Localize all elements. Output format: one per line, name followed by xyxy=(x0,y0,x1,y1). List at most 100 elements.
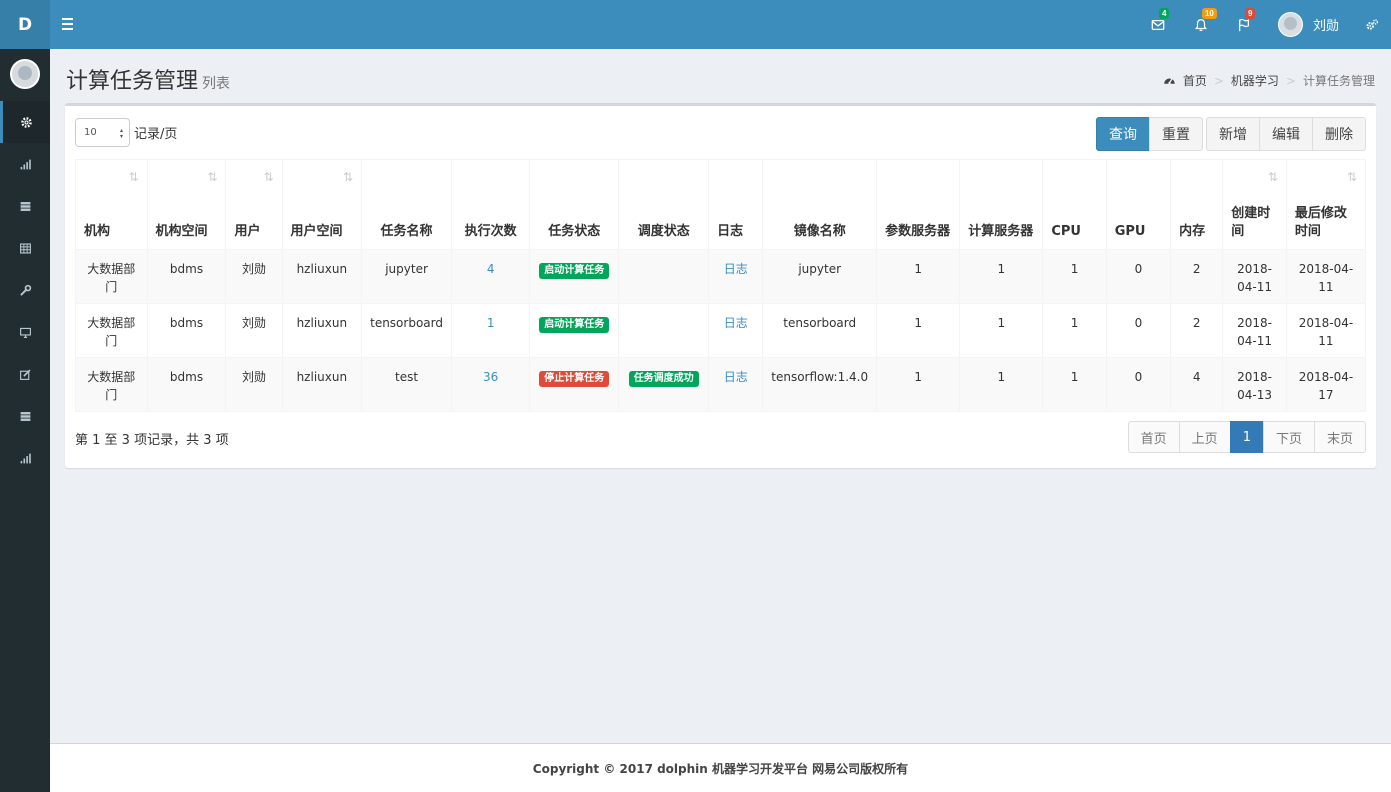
table-cell: hzliuxun xyxy=(281,303,363,358)
table-cell: 启动计算任务 xyxy=(529,303,620,358)
table-cell xyxy=(618,249,710,304)
desktop-icon xyxy=(19,327,31,338)
envelope-icon xyxy=(1152,19,1165,30)
table-cell: 1 xyxy=(1042,357,1107,412)
messages-badge: 4 xyxy=(1158,8,1170,19)
notifications-button[interactable]: 10 xyxy=(1180,0,1223,49)
last-page-button[interactable]: 末页 xyxy=(1313,421,1366,453)
breadcrumb-home[interactable]: 首页 xyxy=(1183,72,1207,89)
task-status-label[interactable]: 启动计算任务 xyxy=(539,263,610,279)
exec-count-link[interactable]: 1 xyxy=(487,316,495,330)
sidebar-item-reports[interactable] xyxy=(0,437,50,479)
column-header[interactable]: 机构空间 xyxy=(146,159,227,250)
table-cell: 停止计算任务 xyxy=(529,357,620,412)
exec-count-link[interactable]: 4 xyxy=(487,262,495,276)
table-cell: 日志 xyxy=(708,249,764,304)
worker-cell: 1 xyxy=(997,262,1006,276)
page-subtitle: 列表 xyxy=(202,76,231,92)
log-link[interactable]: 日志 xyxy=(724,262,748,276)
bar-chart-icon xyxy=(20,159,31,169)
column-header[interactable]: 最后修改时间 xyxy=(1285,159,1367,250)
tasks-button[interactable]: 9 xyxy=(1223,0,1266,49)
edit-icon xyxy=(19,368,31,380)
table-row[interactable]: 大数据部门 bdms 刘勋 hzliuxun test 36 停止计算任务 任务调度成功 日志 t… xyxy=(75,357,1367,412)
settings-button[interactable] xyxy=(1357,0,1387,49)
table-row[interactable]: 大数据部门 bdms 刘勋 hzliuxun jupyter 4 启动计算任务 日志 jupyt… xyxy=(75,249,1367,304)
prev-page-button[interactable]: 上页 xyxy=(1178,421,1231,453)
cpu-cell: 1 xyxy=(1070,370,1079,384)
dashboard-icon xyxy=(1164,78,1175,85)
sidebar-item-edit[interactable] xyxy=(0,353,50,395)
org-cell: 大数据部门 xyxy=(87,316,136,348)
column-header[interactable]: 机构 xyxy=(75,159,148,250)
table-cell: tensorboard xyxy=(762,303,878,358)
page-length-select[interactable]: 10 xyxy=(75,118,130,147)
table-cell: bdms xyxy=(146,357,227,412)
edit-button[interactable]: 编辑 xyxy=(1259,117,1313,151)
sidebar-item-monitor[interactable] xyxy=(0,311,50,353)
log-link[interactable]: 日志 xyxy=(724,370,748,384)
first-page-button[interactable]: 首页 xyxy=(1127,421,1180,453)
page-title: 计算任务管理 列表 xyxy=(66,63,230,95)
ps-cell: 1 xyxy=(914,316,922,330)
notifications-badge: 10 xyxy=(1201,8,1217,19)
table-cell: 1 xyxy=(959,249,1044,304)
user-cell: 刘勋 xyxy=(242,262,267,276)
page-button-current[interactable]: 1 xyxy=(1229,421,1264,453)
app-logo[interactable]: D xyxy=(0,0,50,49)
task-name-cell: jupyter xyxy=(385,262,428,276)
page-title-text: 计算任务管理 xyxy=(66,69,199,94)
sidebar-avatar xyxy=(10,59,40,89)
exec-count-link[interactable]: 36 xyxy=(483,370,498,384)
next-page-button[interactable]: 下页 xyxy=(1262,421,1315,453)
user-avatar xyxy=(1277,12,1303,37)
memory-cell: 2 xyxy=(1192,262,1201,276)
add-button[interactable]: 新增 xyxy=(1206,117,1260,151)
sidebar-item-tables[interactable] xyxy=(0,227,50,269)
cogs-icon xyxy=(1366,18,1379,30)
table-cell: 2 xyxy=(1170,249,1224,304)
page-length-label: 记录/页 xyxy=(134,127,178,142)
sidebar-toggle-icon[interactable] xyxy=(62,13,80,35)
column-header[interactable]: 创建时间 xyxy=(1222,159,1287,250)
sidebar-item-tools[interactable] xyxy=(0,269,50,311)
table-cell: 0 xyxy=(1105,303,1172,358)
messages-button[interactable]: 4 xyxy=(1137,0,1180,49)
created-cell: 2018-04-11 xyxy=(1237,262,1273,294)
sidebar-item-servers[interactable] xyxy=(0,185,50,227)
column-header: 参数服务器 xyxy=(876,159,961,250)
table-cell: 1 xyxy=(959,303,1044,358)
org-space-cell: bdms xyxy=(169,262,204,276)
table-cell: 1 xyxy=(876,249,961,304)
column-header: 内存 xyxy=(1170,159,1224,250)
gpu-cell: 0 xyxy=(1134,370,1143,384)
table-cell: hzliuxun xyxy=(281,357,363,412)
user-space-cell: hzliuxun xyxy=(296,316,348,330)
wrench-icon xyxy=(19,284,31,296)
column-header[interactable]: 用户 xyxy=(225,159,283,250)
column-header: 日志 xyxy=(708,159,764,250)
table-cell: 4 xyxy=(450,249,531,304)
modified-cell: 2018-04-11 xyxy=(1298,262,1354,294)
log-link[interactable]: 日志 xyxy=(724,316,748,330)
table-cell: 日志 xyxy=(708,357,764,412)
sidebar-item-storage[interactable] xyxy=(0,395,50,437)
gpu-cell: 0 xyxy=(1134,262,1143,276)
table-cell: tensorboard xyxy=(361,303,452,358)
created-cell: 2018-04-13 xyxy=(1237,370,1273,402)
breadcrumb-ml[interactable]: 机器学习 xyxy=(1231,72,1279,89)
sidebar-item-stats[interactable] xyxy=(0,143,50,185)
server-icon xyxy=(20,411,30,421)
table-row[interactable]: 大数据部门 bdms 刘勋 hzliuxun tensorboard 1 启动计算任务 日志 t… xyxy=(75,303,1367,358)
task-status-label[interactable]: 启动计算任务 xyxy=(539,317,610,333)
sidebar-item-settings[interactable] xyxy=(0,101,50,143)
user-menu[interactable]: 刘勋 xyxy=(1266,0,1357,49)
task-status-label[interactable]: 停止计算任务 xyxy=(539,371,610,387)
column-header[interactable]: 用户空间 xyxy=(281,159,363,250)
reset-button[interactable]: 重置 xyxy=(1149,117,1203,151)
delete-button[interactable]: 删除 xyxy=(1312,117,1366,151)
table-cell: 1 xyxy=(876,357,961,412)
query-button[interactable]: 查询 xyxy=(1096,117,1150,151)
table-cell: test xyxy=(361,357,452,412)
table-cell: 任务调度成功 xyxy=(618,357,710,412)
